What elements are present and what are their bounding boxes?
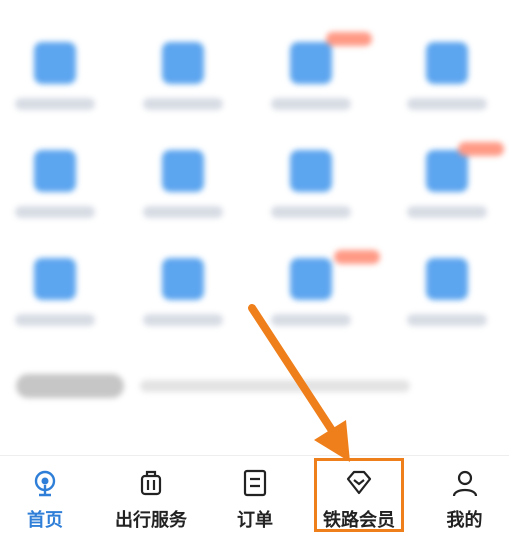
service-item[interactable] — [392, 42, 502, 110]
service-icon — [34, 150, 76, 192]
tab-home[interactable]: 首页 — [0, 456, 90, 540]
service-icon — [34, 258, 76, 300]
notice-text — [140, 380, 410, 392]
service-item[interactable] — [128, 42, 238, 110]
tab-mine[interactable]: 我的 — [420, 456, 509, 540]
person-icon — [452, 470, 477, 497]
tab-travel-services[interactable]: 出行服务 — [103, 456, 199, 540]
order-list-icon — [243, 469, 267, 497]
service-item[interactable] — [128, 150, 238, 218]
service-icon — [162, 258, 204, 300]
tab-label: 我的 — [446, 510, 483, 531]
promo-badge — [334, 250, 380, 264]
service-icon — [162, 150, 204, 192]
tab-label: 首页 — [27, 510, 63, 531]
service-item[interactable] — [256, 150, 366, 218]
bottom-tab-bar: 首页 出行服务 订单 铁路会员 我的 — [0, 455, 509, 540]
tab-label: 订单 — [237, 510, 273, 531]
service-icon — [426, 258, 468, 300]
service-icon — [34, 42, 76, 84]
promo-badge — [326, 32, 372, 46]
service-icon — [426, 42, 468, 84]
promo-badge — [458, 142, 504, 156]
home-icon — [34, 470, 56, 497]
service-icon — [162, 42, 204, 84]
notice-bar[interactable] — [16, 372, 416, 400]
service-icon — [290, 258, 332, 300]
highlight-box — [314, 458, 404, 532]
tab-orders[interactable]: 订单 — [215, 456, 295, 540]
service-item[interactable] — [0, 42, 110, 110]
service-item[interactable] — [256, 258, 366, 326]
service-item[interactable] — [392, 258, 502, 326]
service-item[interactable] — [128, 258, 238, 326]
service-grid — [0, 0, 509, 340]
service-item[interactable] — [0, 258, 110, 326]
service-icon — [290, 42, 332, 84]
service-item[interactable] — [392, 150, 502, 218]
service-icon — [290, 150, 332, 192]
service-item[interactable] — [256, 42, 366, 110]
tab-label: 出行服务 — [115, 510, 187, 531]
service-icon — [426, 150, 468, 192]
service-item[interactable] — [0, 150, 110, 218]
notice-tag — [16, 374, 124, 398]
luggage-icon — [140, 470, 162, 496]
